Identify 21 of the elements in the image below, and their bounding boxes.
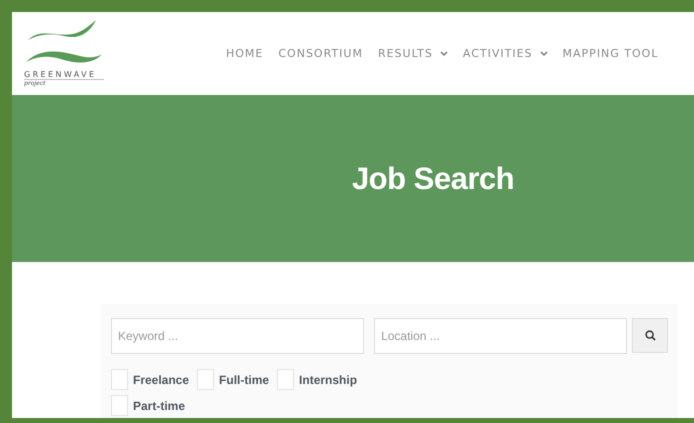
search-icon bbox=[644, 330, 656, 341]
nav-link[interactable]: CONSORTIUM bbox=[278, 47, 363, 60]
location-field[interactable]: Location ... bbox=[374, 318, 628, 354]
search-button[interactable] bbox=[632, 318, 668, 353]
checkbox[interactable] bbox=[111, 395, 128, 416]
checkbox[interactable] bbox=[277, 369, 294, 390]
nav-link[interactable]: MAPPING TOOL bbox=[562, 47, 658, 60]
chevron-down-icon bbox=[540, 50, 548, 56]
keyword-field[interactable]: Keyword ... bbox=[111, 318, 364, 354]
page-title: Job Search bbox=[352, 160, 514, 196]
checkbox-label: Internship bbox=[299, 372, 358, 386]
checkbox[interactable] bbox=[111, 369, 128, 390]
checkbox-label: Freelance bbox=[133, 372, 190, 386]
nav-link[interactable]: ACTIVITIES bbox=[462, 47, 548, 60]
checkbox[interactable] bbox=[197, 369, 214, 390]
chevron-down-icon bbox=[440, 50, 448, 56]
checkbox-label: Full-time bbox=[219, 372, 270, 386]
checkbox-label: Part-time bbox=[133, 398, 186, 412]
logo-text: GREENWAVE bbox=[24, 70, 104, 80]
nav-link[interactable]: HOME bbox=[226, 47, 264, 60]
nav-link[interactable]: RESULTS bbox=[378, 47, 448, 60]
